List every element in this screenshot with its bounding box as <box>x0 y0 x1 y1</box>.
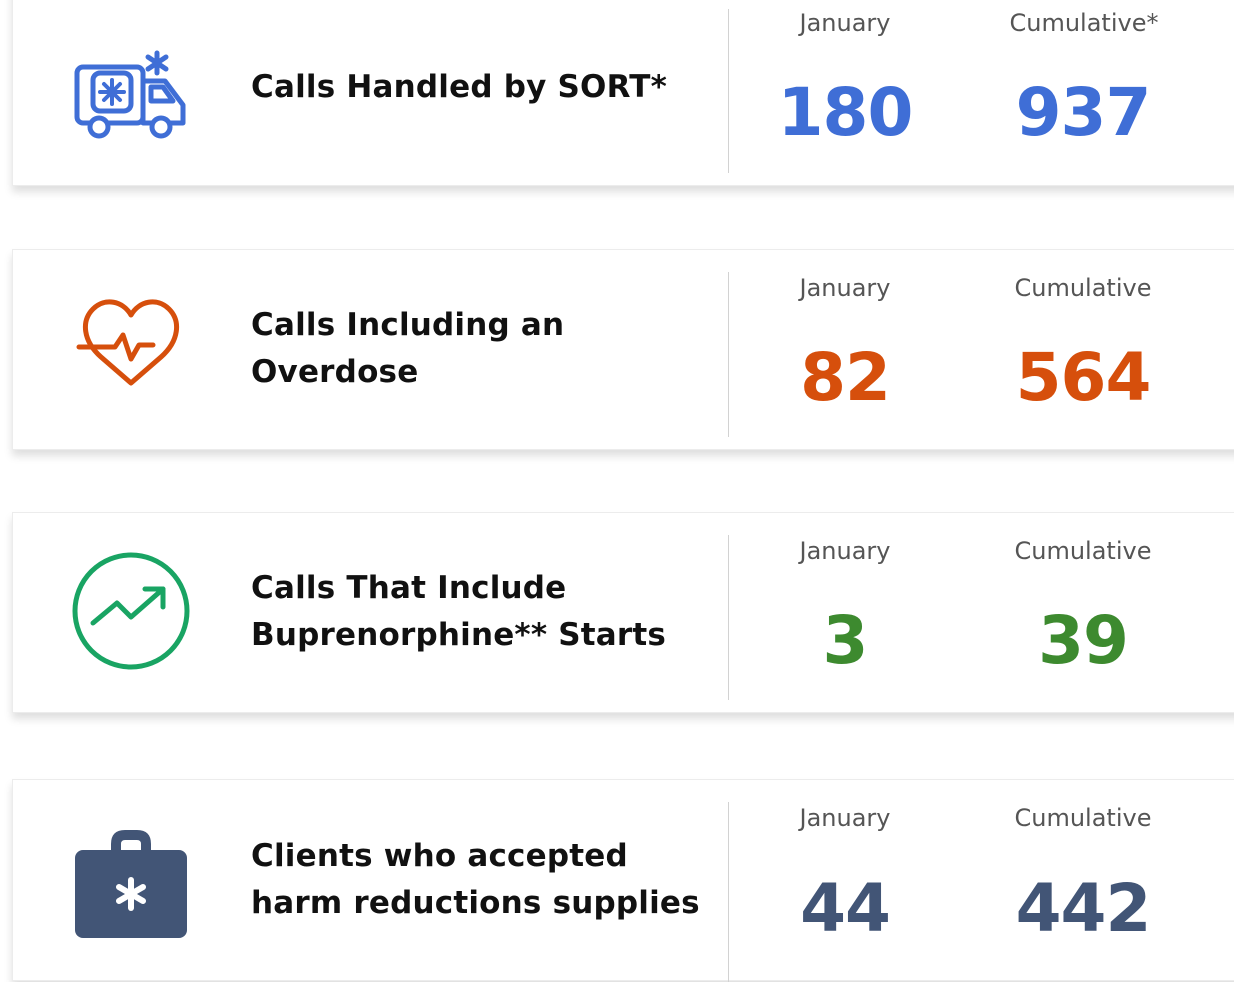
trending-up-icon <box>72 552 190 670</box>
month-header: January <box>799 804 891 832</box>
cumulative-header: Cumulative <box>1014 274 1152 302</box>
metric-label: Calls Including an Overdose <box>251 307 565 390</box>
divider <box>728 802 729 982</box>
medical-kit-icon <box>75 830 187 938</box>
month-value: 44 <box>800 870 891 947</box>
cumulative-header: Cumulative <box>1014 804 1152 832</box>
stat-card-sort-calls: Calls Handled by SORT* January Cumulativ… <box>12 0 1234 186</box>
cumulative-value: 937 <box>1015 74 1152 151</box>
stat-card-buprenorphine-calls: Calls That Include Buprenorphine** Start… <box>12 512 1234 713</box>
divider <box>728 535 729 700</box>
heart-pulse-icon <box>76 299 179 386</box>
month-value: 3 <box>822 602 869 679</box>
cumulative-value: 39 <box>1038 602 1129 679</box>
metric-label: Calls Handled by SORT* <box>251 69 668 105</box>
month-value: 82 <box>800 339 891 416</box>
cumulative-value: 564 <box>1015 339 1152 416</box>
ambulance-icon <box>74 50 186 139</box>
month-value: 180 <box>777 74 914 151</box>
month-header: January <box>799 274 891 302</box>
cumulative-header: Cumulative* <box>1009 9 1159 37</box>
divider <box>728 272 729 437</box>
metric-label: Calls That Include Buprenorphine** Start… <box>251 570 667 653</box>
stat-card-harm-reduction-clients: Clients who accepted harm reductions sup… <box>12 779 1234 982</box>
month-header: January <box>799 9 891 37</box>
cumulative-header: Cumulative <box>1014 537 1152 565</box>
divider <box>728 9 729 173</box>
metric-label: Clients who accepted harm reductions sup… <box>251 838 700 921</box>
cumulative-value: 442 <box>1015 870 1152 947</box>
stat-card-overdose-calls: Calls Including an Overdose January Cumu… <box>12 249 1234 450</box>
month-header: January <box>799 537 891 565</box>
